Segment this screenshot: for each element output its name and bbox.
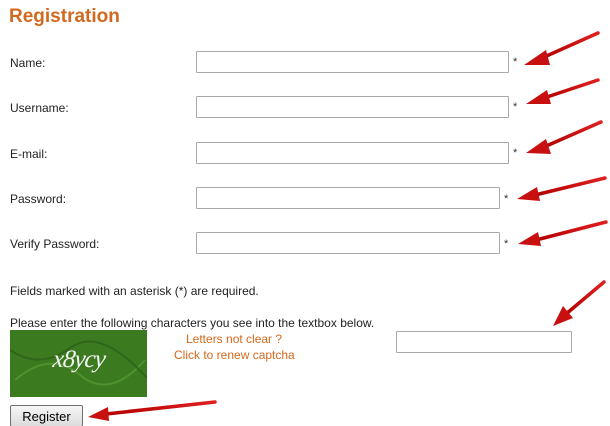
register-button[interactable]: Register [10,405,83,426]
page-title: Registration [9,6,120,27]
arrow-to-name [524,31,600,65]
password-input[interactable] [196,187,500,209]
verify-password-required-mark: * [504,238,509,250]
captcha-unclear-link[interactable]: Letters not clear ? [186,332,282,346]
name-required-mark: * [513,56,518,68]
renew-captcha-link[interactable]: Click to renew captcha [174,348,295,362]
name-label: Name: [10,56,46,70]
arrow-to-username [526,78,600,104]
username-input[interactable] [196,96,509,118]
name-input[interactable] [196,51,509,73]
email-required-mark: * [513,147,518,159]
required-fields-note: Fields marked with an asterisk (*) are r… [10,284,259,298]
captcha-image: x8ycy [10,330,147,397]
password-required-mark: * [504,193,509,205]
arrow-to-captcha-input [553,280,606,326]
verify-password-input[interactable] [196,232,500,254]
arrow-to-verify-password [518,220,608,246]
username-required-mark: * [513,101,518,113]
captcha-input[interactable] [396,331,572,353]
password-label: Password: [10,192,67,206]
arrow-to-email [526,120,603,154]
arrow-to-password [517,176,607,201]
email-input[interactable] [196,142,509,164]
captcha-instruction: Please enter the following characters yo… [10,316,375,330]
username-label: Username: [10,101,69,115]
email-label: E-mail: [10,147,48,161]
verify-password-label: Verify Password: [10,237,100,251]
registration-page: Registration Name: * Username: * E-mail:… [0,0,610,426]
arrow-to-register-button [88,400,217,421]
captcha-text: x8ycy [51,346,107,373]
